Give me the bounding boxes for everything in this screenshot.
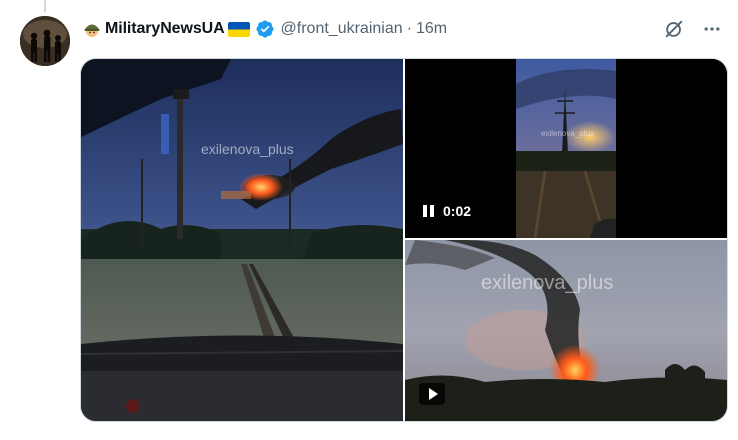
media-photo-railway[interactable]: exilenova_plus: [81, 59, 403, 421]
video-duration: 0:02: [443, 203, 472, 219]
thread-connector-line: [44, 0, 46, 12]
post-timestamp[interactable]: 16m: [416, 20, 447, 38]
author-display-name[interactable]: MilitaryNewsUA: [105, 20, 225, 38]
avatar-soldiers-image: [20, 16, 70, 66]
tweet-header: MilitaryNewsUA @front_ukrainian · 16m: [82, 16, 724, 42]
grok-icon[interactable]: [662, 17, 686, 41]
author-name-group[interactable]: MilitaryNewsUA: [82, 19, 275, 39]
railway-night-scene: [81, 59, 403, 421]
smoke-fire-scene: [405, 240, 727, 421]
soldier-helmet-icon: [82, 19, 102, 39]
play-button[interactable]: [419, 383, 445, 405]
header-actions: [662, 17, 724, 41]
author-handle[interactable]: @front_ukrainian: [281, 20, 403, 38]
separator-dot: ·: [406, 20, 412, 37]
pause-icon: [423, 205, 435, 217]
play-icon: [428, 388, 438, 400]
media-video-tower[interactable]: exilenova_plus 0:02: [405, 59, 727, 238]
media-watermark: exilenova_plus: [541, 129, 594, 138]
verified-badge-icon[interactable]: [255, 19, 275, 39]
avatar[interactable]: [20, 16, 70, 66]
ukraine-flag-icon: [227, 21, 250, 37]
video-playback-badge[interactable]: 0:02: [415, 198, 482, 224]
media-video-smoke[interactable]: exilenova_plus: [405, 240, 727, 421]
media-watermark: exilenova_plus: [201, 141, 294, 157]
more-icon[interactable]: [700, 17, 724, 41]
media-grid: exilenova_plus exilenova_plus 0:02 exile…: [80, 58, 728, 422]
media-watermark: exilenova_plus: [481, 272, 614, 294]
